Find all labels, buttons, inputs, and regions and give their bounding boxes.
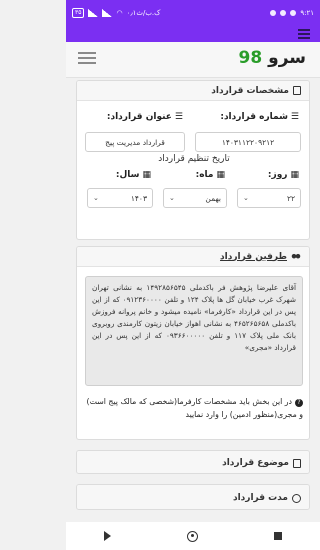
parties-card: طرفین قرارداد آقای علیرضا پژوهش فر باکدم… xyxy=(76,246,310,440)
month-select[interactable]: بهمن ⌄ xyxy=(163,188,227,208)
calendar-icon: ▦ xyxy=(216,170,225,180)
page-top-strip xyxy=(66,26,320,42)
year-select[interactable]: ۱۴۰۳ ⌄ xyxy=(87,188,153,208)
contract-details-card: مشخصات قرارداد ☰ شماره قرارداد: ۱۴۰۳۱۱۲۲… xyxy=(76,80,310,240)
list-icon: ☰ xyxy=(290,112,299,122)
day-label-text: روز: xyxy=(267,170,288,180)
menu-toggle-button[interactable] xyxy=(78,52,96,66)
contract-subject-card[interactable]: موضوع قرارداد xyxy=(76,450,310,474)
parties-textarea[interactable]: آقای علیرضا پژوهش فر باکدملی ۱۴۹۲۸۵۶۵۴۵ … xyxy=(85,276,303,386)
contract-number-value: ۱۴۰۳۱۱۲۲۰۹۲۱۲ xyxy=(221,137,275,147)
status-bar: ۳۵ ◠ ۰٫۱ک.ب/ث ۹:۲۱ xyxy=(66,0,320,26)
question-icon: ? xyxy=(295,399,303,407)
day-value: ۲۲ xyxy=(286,193,295,203)
card-title: مدت قرارداد xyxy=(232,493,288,503)
card-header: طرفین قرارداد xyxy=(77,247,309,267)
battery-icon: ۳۵ xyxy=(72,8,85,18)
day-label: ▦ روز: xyxy=(268,170,299,180)
calendar-icon: ▦ xyxy=(142,170,151,180)
contract-subject-label-text: عنوان قرارداد: xyxy=(106,112,172,122)
clock-icon xyxy=(292,493,301,503)
chevron-down-icon: ⌄ xyxy=(93,194,99,202)
parties-help-text: ?در این بخش باید مشخصات کارفرما(شخصی که … xyxy=(85,395,303,421)
notification-icon xyxy=(270,10,277,16)
list-icon: ☰ xyxy=(174,112,183,122)
card-header: مشخصات قرارداد xyxy=(77,81,309,101)
month-label-text: ماه: xyxy=(195,170,214,180)
users-icon xyxy=(291,252,301,261)
logo-number: 98 xyxy=(238,48,263,68)
status-time: ۹:۲۱ xyxy=(300,9,314,17)
chevron-down-icon: ⌄ xyxy=(169,194,175,202)
book-icon xyxy=(293,458,301,468)
contract-number-label: ☰ شماره قرارداد: xyxy=(220,112,299,122)
contract-number-field[interactable]: ۱۴۰۳۱۱۲۲۰۹۲۱۲ xyxy=(195,132,301,152)
help-text: در این بخش باید مشخصات کارفرما(شخصی که م… xyxy=(86,397,303,419)
recent-apps-icon[interactable] xyxy=(274,532,282,540)
logo-text: سرو xyxy=(268,48,306,68)
hamburger-icon[interactable] xyxy=(298,29,310,39)
year-label: ▦ سال: xyxy=(116,170,151,180)
wifi-icon: ◠ xyxy=(116,9,123,17)
card-header[interactable]: مدت قرارداد xyxy=(77,485,309,509)
chevron-down-icon: ⌄ xyxy=(243,194,249,202)
card-title: موضوع قرارداد xyxy=(222,458,289,468)
card-title: طرفین قرارداد xyxy=(220,251,287,262)
calendar-icon: ▦ xyxy=(290,170,299,180)
back-icon[interactable] xyxy=(104,531,111,541)
home-icon[interactable] xyxy=(187,530,198,542)
day-select[interactable]: ۲۲ ⌄ xyxy=(237,188,301,208)
signal-icon xyxy=(88,9,99,17)
app-navbar: سرو 98 xyxy=(66,42,320,78)
date-section-title: تاریخ تنظیم قرارداد xyxy=(158,154,230,164)
year-label-text: سال: xyxy=(115,170,140,180)
year-value: ۱۴۰۳ xyxy=(130,193,147,203)
system-nav-bar xyxy=(66,522,320,550)
status-left: ۳۵ ◠ ۰٫۱ک.ب/ث xyxy=(72,8,160,18)
contract-subject-label: ☰ عنوان قرارداد: xyxy=(107,112,183,122)
notification-icon-3 xyxy=(290,10,297,16)
book-icon xyxy=(293,86,301,95)
contract-subject-field[interactable]: قرارداد مدیریت پیج xyxy=(85,132,185,152)
contract-duration-card[interactable]: مدت قرارداد xyxy=(76,484,310,510)
month-label: ▦ ماه: xyxy=(196,170,225,180)
network-speed: ۰٫۱ک.ب/ث xyxy=(126,9,161,17)
card-header[interactable]: موضوع قرارداد xyxy=(77,451,309,473)
contract-number-label-text: شماره قرارداد: xyxy=(220,112,288,122)
signal-icon-2 xyxy=(102,9,113,17)
status-right: ۹:۲۱ xyxy=(270,9,314,17)
contract-subject-value: قرارداد مدیریت پیج xyxy=(105,137,165,147)
app-logo[interactable]: سرو 98 xyxy=(239,48,306,68)
notification-icon-2 xyxy=(280,10,287,16)
month-value: بهمن xyxy=(205,193,221,203)
card-title: مشخصات قرارداد xyxy=(211,85,289,96)
